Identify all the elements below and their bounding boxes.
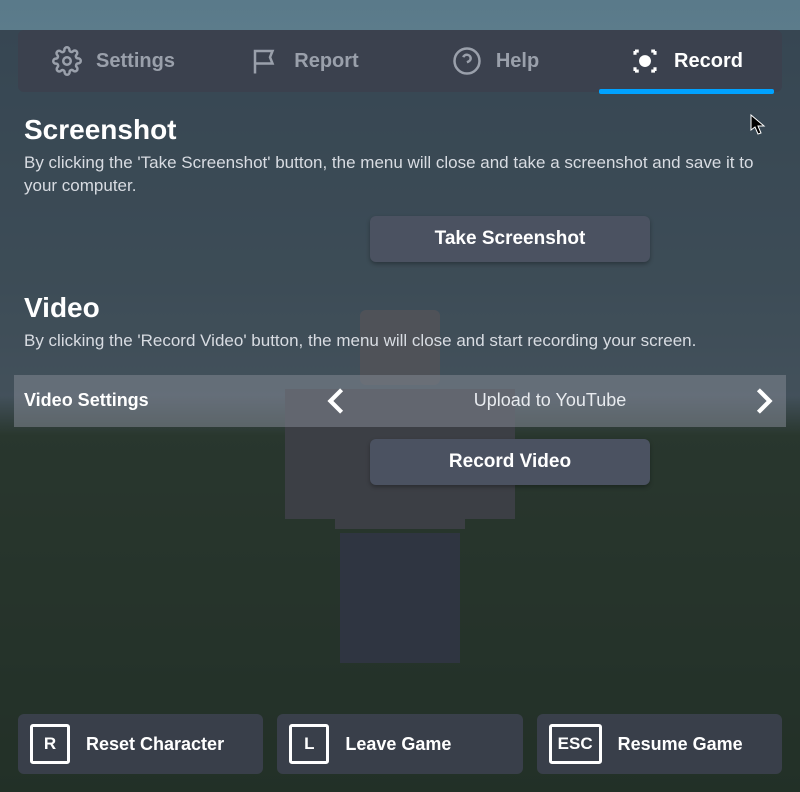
video-section: Video By clicking the 'Record Video' but… [0, 270, 800, 361]
key-esc: ESC [549, 724, 602, 764]
leave-label: Leave Game [345, 734, 451, 755]
tab-label: Record [674, 50, 743, 73]
video-title: Video [24, 292, 776, 324]
record-video-button[interactable]: Record Video [370, 439, 650, 485]
tab-bar: Settings Report Help Record [18, 30, 782, 92]
tab-label: Settings [96, 50, 175, 73]
leave-game-button[interactable]: L Leave Game [277, 714, 522, 774]
video-settings-prev[interactable] [314, 387, 358, 415]
reset-label: Reset Character [86, 734, 224, 755]
key-l: L [289, 724, 329, 764]
video-settings-next[interactable] [742, 387, 786, 415]
tab-help[interactable]: Help [400, 30, 591, 92]
key-r: R [30, 724, 70, 764]
tab-label: Report [294, 50, 358, 73]
help-icon [452, 46, 482, 76]
take-screenshot-button[interactable]: Take Screenshot [370, 216, 650, 262]
tab-record[interactable]: Record [591, 30, 782, 92]
resume-label: Resume Game [618, 734, 743, 755]
video-settings-value: Upload to YouTube [358, 390, 742, 411]
screenshot-desc: By clicking the 'Take Screenshot' button… [24, 152, 776, 198]
tab-settings[interactable]: Settings [18, 30, 209, 92]
bottom-bar: R Reset Character L Leave Game ESC Resum… [18, 714, 782, 774]
video-settings-label: Video Settings [14, 390, 314, 411]
video-desc: By clicking the 'Record Video' button, t… [24, 330, 776, 353]
record-icon [630, 46, 660, 76]
gear-icon [52, 46, 82, 76]
flag-icon [250, 46, 280, 76]
mouse-cursor [750, 114, 768, 141]
screenshot-title: Screenshot [24, 114, 776, 146]
tab-report[interactable]: Report [209, 30, 400, 92]
resume-game-button[interactable]: ESC Resume Game [537, 714, 782, 774]
screenshot-section: Screenshot By clicking the 'Take Screens… [0, 92, 800, 270]
reset-character-button[interactable]: R Reset Character [18, 714, 263, 774]
tab-label: Help [496, 50, 539, 73]
video-settings-selector: Video Settings Upload to YouTube [14, 375, 786, 427]
